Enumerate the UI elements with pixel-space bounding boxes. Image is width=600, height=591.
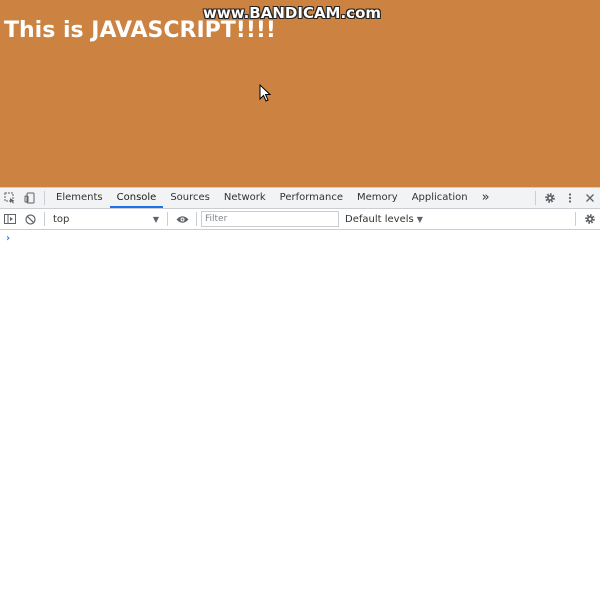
toolbar-divider (575, 212, 576, 226)
caret-down-icon: ▼ (416, 214, 423, 224)
tab-network[interactable]: Network (217, 188, 273, 208)
screen: www.BANDICAM.com This is JAVASCRIPT!!!! … (0, 0, 600, 591)
tab-sources[interactable]: Sources (163, 188, 217, 208)
kebab-menu-icon[interactable] (560, 188, 580, 208)
caret-down-icon: ▼ (152, 214, 159, 224)
devtools-actions (531, 188, 600, 208)
tab-console[interactable]: Console (109, 188, 164, 208)
web-page-viewport: www.BANDICAM.com This is JAVASCRIPT!!!! (0, 0, 600, 187)
console-output[interactable]: › (0, 230, 600, 590)
console-toolbar: top ▼ Default levels ▼ (0, 209, 600, 230)
toolbar-divider (167, 212, 168, 226)
toolbar-divider (44, 191, 45, 205)
console-settings-icon[interactable] (580, 209, 600, 229)
log-levels-label: Default levels (345, 213, 414, 225)
devtools-panel: Elements Console Sources Network Perform… (0, 187, 600, 591)
log-levels-dropdown[interactable]: Default levels ▼ (345, 214, 423, 225)
tab-memory[interactable]: Memory (350, 188, 405, 208)
console-prompt: › (5, 233, 12, 244)
context-value: top (53, 213, 70, 225)
clear-console-icon[interactable] (20, 209, 40, 229)
toolbar-divider (44, 212, 45, 226)
tab-application[interactable]: Application (405, 188, 475, 208)
inspect-element-icon[interactable] (0, 188, 20, 208)
sidebar-toggle-icon[interactable] (0, 209, 20, 229)
tab-performance[interactable]: Performance (273, 188, 350, 208)
page-heading: This is JAVASCRIPT!!!! (4, 18, 276, 43)
filter-input[interactable] (201, 211, 339, 227)
context-selector[interactable]: top ▼ (49, 211, 163, 227)
close-icon[interactable] (580, 188, 600, 208)
eye-icon[interactable] (172, 209, 192, 229)
devtools-tabbar: Elements Console Sources Network Perform… (0, 188, 600, 209)
more-tabs-button[interactable]: » (475, 188, 497, 208)
tab-elements[interactable]: Elements (49, 188, 110, 208)
device-toolbar-icon[interactable] (20, 188, 40, 208)
toolbar-divider (196, 212, 197, 226)
console-toolbar-right (571, 209, 600, 229)
mouse-cursor-icon (259, 84, 271, 102)
settings-icon[interactable] (540, 188, 560, 208)
toolbar-divider (535, 191, 536, 205)
